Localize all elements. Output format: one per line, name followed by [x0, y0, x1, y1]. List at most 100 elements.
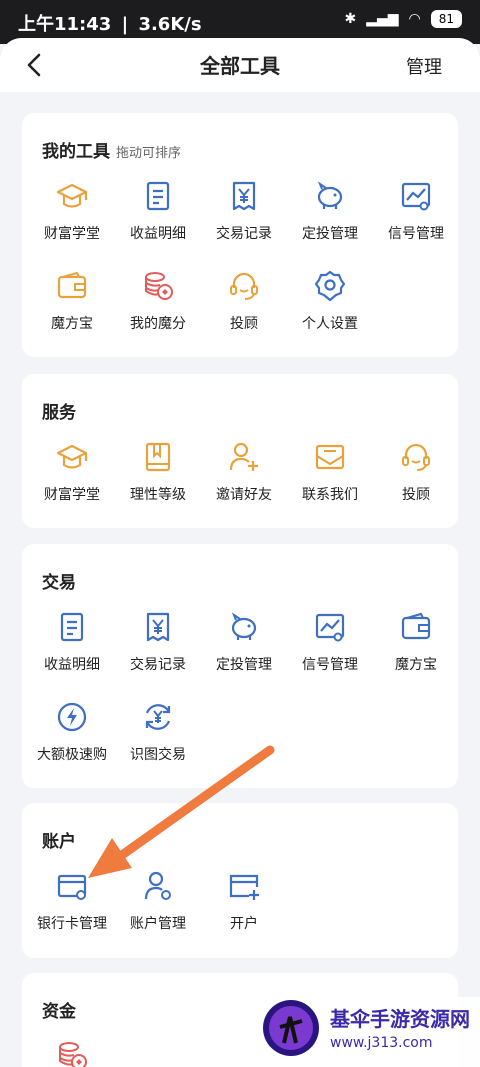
status-time-text: 上午11:43 [18, 14, 112, 35]
tool-label: 理性等级 [130, 487, 186, 503]
tool-label: 投顾 [402, 487, 430, 503]
tool-signal-manage[interactable]: 信号管理 [287, 610, 373, 674]
status-time: 上午11:43 | 3.6K/s [18, 10, 202, 36]
network-speed: 3.6K/s [138, 14, 202, 35]
tool-label: 魔方宝 [51, 316, 93, 332]
tool-label: 大额极速购 [37, 747, 107, 763]
chart-signal-icon [315, 613, 345, 642]
tool-label: 联系我们 [302, 487, 358, 503]
section-title-text: 我的工具 [42, 142, 110, 162]
add-user-icon [229, 442, 258, 471]
yen-receipt-icon [232, 181, 256, 211]
mail-icon [315, 444, 345, 470]
tool-account-manage[interactable]: 账户管理 [115, 869, 201, 933]
tool-advisor[interactable]: 投顾 [201, 269, 287, 333]
watermark: 基伞手游资源网 www.j313.com [260, 997, 480, 1067]
tool-label: 信号管理 [302, 657, 358, 673]
tool-label: 交易记录 [130, 657, 186, 673]
tool-label: 个人设置 [302, 316, 358, 332]
watermark-logo-icon [263, 1000, 319, 1056]
tool-wealth-academy[interactable]: 财富学堂 [29, 179, 115, 243]
tool-label: 账户管理 [130, 916, 186, 932]
tool-investment-plan[interactable]: 定投管理 [201, 610, 287, 674]
coins-icon [145, 272, 173, 300]
section-title: 账户 [42, 832, 76, 852]
section-title: 我的工具 拖动可排序 [42, 137, 181, 162]
piggy-bank-icon [231, 612, 257, 640]
headset-icon [230, 272, 258, 300]
signal-icon: ▂▄▆ [366, 11, 399, 27]
tool-invite-friends[interactable]: 邀请好友 [201, 440, 287, 504]
tool-earnings-detail[interactable]: 收益明细 [29, 610, 115, 674]
document-icon [60, 612, 84, 642]
section-title: 资金 [42, 1002, 76, 1022]
tool-label: 收益明细 [130, 226, 186, 242]
tool-investment-plan[interactable]: 定投管理 [287, 179, 373, 243]
tool-mofangbao[interactable]: 魔方宝 [29, 269, 115, 333]
graduation-cap-icon [56, 183, 88, 208]
tool-label: 财富学堂 [44, 226, 100, 242]
tool-funds-item[interactable] [29, 1039, 115, 1067]
headset-icon [402, 443, 430, 471]
tool-label: 定投管理 [216, 657, 272, 673]
coins-icon [59, 1042, 87, 1067]
tool-label: 邀请好友 [216, 487, 272, 503]
tool-wealth-academy[interactable]: 财富学堂 [29, 440, 115, 504]
status-separator: | [121, 14, 129, 35]
bank-card-icon [57, 874, 87, 900]
watermark-title: 基伞手游资源网 [330, 1007, 470, 1031]
tool-label: 信号管理 [388, 226, 444, 242]
tool-signal-manage[interactable]: 信号管理 [373, 179, 459, 243]
tool-bank-card-manage[interactable]: 银行卡管理 [29, 869, 115, 933]
tool-fast-purchase[interactable]: 大额极速购 [29, 700, 115, 764]
tool-label: 识图交易 [130, 747, 186, 763]
card-plus-icon [229, 874, 259, 900]
tool-rational-level[interactable]: 理性等级 [115, 440, 201, 504]
yen-scan-icon [145, 704, 171, 730]
status-icons: ✱ ▂▄▆ ◠ 81 [344, 10, 462, 28]
book-icon [145, 442, 171, 472]
wallet-icon [57, 271, 87, 299]
wallet-icon [401, 612, 431, 640]
section-my-tools: 我的工具拖动可排序 财富学堂 收益明细 交易记录 定投管理 信号管理 魔方宝 [22, 113, 458, 357]
tool-contact-us[interactable]: 联系我们 [287, 440, 373, 504]
manage-button[interactable]: 管理 [406, 53, 442, 79]
tool-image-trade[interactable]: 识图交易 [115, 700, 201, 764]
section-service: 服务 财富学堂 理性等级 邀请好友 联系我们 投顾 [22, 374, 458, 528]
section-trade: 交易 收益明细 交易记录 定投管理 信号管理 魔方宝 大额极速购 识图交易 [22, 544, 458, 788]
piggy-bank-icon [317, 181, 343, 209]
section-title: 服务 [42, 403, 76, 423]
tool-label: 投顾 [230, 316, 258, 332]
user-gear-icon [144, 871, 171, 900]
tool-label: 定投管理 [302, 226, 358, 242]
tool-label: 交易记录 [216, 226, 272, 242]
tool-label: 我的魔分 [130, 316, 186, 332]
tool-label: 银行卡管理 [37, 916, 107, 932]
nav-bar: 全部工具 管理 [0, 38, 480, 92]
wifi-icon: ◠ [408, 11, 421, 27]
document-icon [146, 181, 170, 211]
tool-label: 魔方宝 [395, 657, 437, 673]
tool-earnings-detail[interactable]: 收益明细 [115, 179, 201, 243]
tool-mofangbao[interactable]: 魔方宝 [373, 610, 459, 674]
tool-label: 收益明细 [44, 657, 100, 673]
yen-receipt-icon [146, 612, 170, 642]
tool-advisor[interactable]: 投顾 [373, 440, 459, 504]
tool-my-points[interactable]: 我的魔分 [115, 269, 201, 333]
bluetooth-icon: ✱ [344, 11, 357, 27]
lightning-icon [57, 702, 87, 732]
chart-signal-icon [401, 182, 431, 211]
section-account: 账户 银行卡管理 账户管理 开户 [22, 803, 458, 958]
watermark-url: www.j313.com [330, 1035, 433, 1051]
tools-page: 全部工具 管理 我的工具 拖动可排序 财富学堂 收益明细 交易记录 定投管理 信号… [0, 38, 480, 1067]
tool-trade-records[interactable]: 交易记录 [201, 179, 287, 243]
gear-icon [314, 270, 346, 302]
tool-personal-settings[interactable]: 个人设置 [287, 269, 373, 333]
tool-label: 开户 [230, 916, 258, 932]
battery-indicator: 81 [430, 10, 462, 28]
tool-label: 财富学堂 [44, 487, 100, 503]
graduation-cap-icon [56, 444, 88, 469]
tool-open-account[interactable]: 开户 [201, 869, 287, 933]
tool-trade-records[interactable]: 交易记录 [115, 610, 201, 674]
section-title: 交易 [42, 573, 76, 593]
